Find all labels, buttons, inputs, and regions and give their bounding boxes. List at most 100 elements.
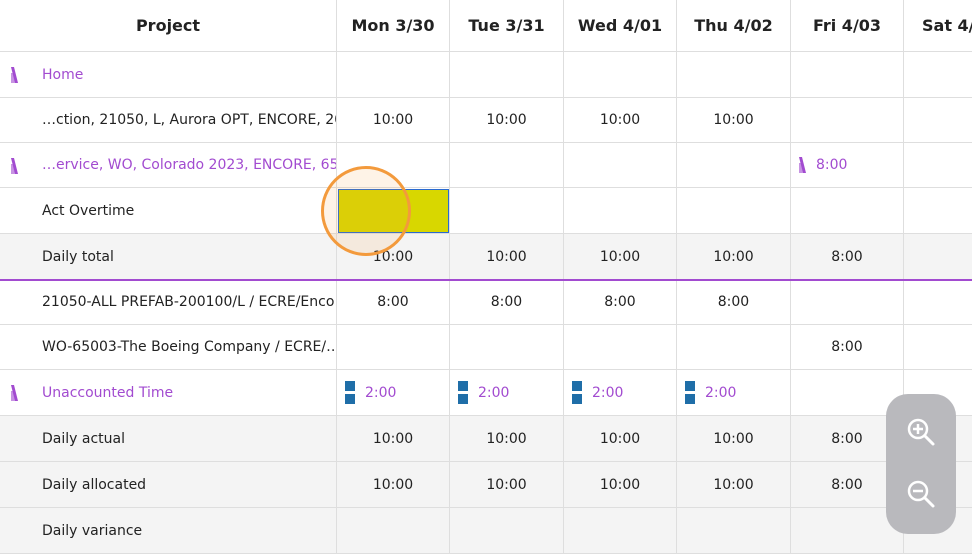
- time-cell[interactable]: [904, 52, 972, 98]
- time-value: 2:00: [365, 384, 397, 401]
- project-row-label: Daily variance: [0, 508, 337, 554]
- time-value: 10:00: [599, 476, 641, 493]
- time-cell[interactable]: [337, 325, 450, 370]
- time-cell[interactable]: [904, 98, 972, 143]
- time-cell[interactable]: 8:00: [791, 234, 904, 280]
- column-header-day[interactable]: Mon 3/30: [337, 0, 450, 52]
- time-cell[interactable]: 10:00: [450, 462, 564, 508]
- time-cell[interactable]: 8:00: [791, 325, 904, 370]
- time-cell[interactable]: 10:00: [450, 416, 564, 462]
- time-cell[interactable]: [904, 280, 972, 325]
- time-cell[interactable]: [450, 52, 564, 98]
- time-cell[interactable]: 8:00: [564, 280, 677, 325]
- time-cell[interactable]: 10:00: [677, 416, 791, 462]
- time-value: 10:00: [372, 476, 414, 493]
- zoom-out-icon: [907, 480, 935, 508]
- time-cell[interactable]: [564, 143, 677, 188]
- unaccounted-marker-icon: [458, 380, 468, 405]
- time-cell[interactable]: 10:00: [564, 234, 677, 280]
- column-header-day[interactable]: Tue 3/31: [450, 0, 564, 52]
- time-cell[interactable]: [677, 143, 791, 188]
- time-value: 10:00: [713, 430, 754, 447]
- time-value: 8:00: [377, 294, 409, 310]
- time-cell[interactable]: 2:00: [564, 370, 677, 416]
- project-row-label[interactable]: …ervice, WO, Colorado 2023, ENCORE, 6500…: [0, 143, 337, 188]
- time-cell[interactable]: 10:00: [677, 98, 791, 143]
- time-cell[interactable]: 10:00: [450, 98, 564, 143]
- project-label-text: Daily total: [42, 248, 114, 265]
- time-cell[interactable]: [677, 508, 791, 554]
- time-cell[interactable]: 10:00: [677, 462, 791, 508]
- time-cell[interactable]: [791, 188, 904, 234]
- time-value: 10:00: [486, 430, 527, 447]
- time-value: 2:00: [705, 384, 737, 401]
- zoom-controls: [886, 394, 956, 534]
- column-header-day[interactable]: Thu 4/02: [677, 0, 791, 52]
- time-cell[interactable]: 10:00: [337, 462, 450, 508]
- project-label-text: …ction, 21050, L, Aurora OPT, ENCORE, 20…: [42, 112, 336, 128]
- time-cell[interactable]: [904, 234, 972, 280]
- project-row-label: WO-65003-The Boeing Company / ECRE/…: [0, 325, 337, 370]
- time-value: 10:00: [372, 430, 414, 447]
- time-cell[interactable]: [677, 52, 791, 98]
- time-cell[interactable]: 10:00: [564, 462, 677, 508]
- time-cell[interactable]: [564, 325, 677, 370]
- column-header-day[interactable]: Wed 4/01: [564, 0, 677, 52]
- time-cell[interactable]: 2:00: [337, 370, 450, 416]
- unaccounted-marker-icon: [685, 380, 695, 405]
- time-cell[interactable]: [564, 188, 677, 234]
- time-cell[interactable]: 10:00: [564, 416, 677, 462]
- time-value: 8:00: [831, 248, 863, 265]
- time-cell[interactable]: 10:00: [337, 416, 450, 462]
- time-value: 10:00: [372, 112, 414, 128]
- time-cell[interactable]: [791, 280, 904, 325]
- project-label-text: WO-65003-The Boeing Company / ECRE/…: [42, 339, 337, 355]
- project-row-label: Act Overtime: [0, 188, 337, 234]
- time-cell[interactable]: [791, 52, 904, 98]
- time-cell[interactable]: [904, 143, 972, 188]
- time-value: 8:00: [604, 294, 636, 310]
- time-cell[interactable]: [791, 98, 904, 143]
- time-cell[interactable]: 10:00: [564, 98, 677, 143]
- time-value: 10:00: [599, 430, 641, 447]
- time-cell[interactable]: [564, 52, 677, 98]
- time-cell[interactable]: [904, 188, 972, 234]
- project-row-label: 21050-ALL PREFAB-200100/L / ECRE/Enco…: [0, 280, 337, 325]
- section-divider: [0, 279, 972, 281]
- time-cell[interactable]: 10:00: [450, 234, 564, 280]
- time-cell[interactable]: [337, 52, 450, 98]
- time-cell[interactable]: [450, 508, 564, 554]
- project-row-label[interactable]: Unaccounted Time: [0, 370, 337, 416]
- time-cell[interactable]: 10:00: [677, 234, 791, 280]
- project-row-label[interactable]: Home: [0, 52, 337, 98]
- time-cell[interactable]: 8:00: [450, 280, 564, 325]
- project-type-icon: [11, 67, 18, 83]
- project-label-text: Home: [42, 66, 84, 83]
- time-value: 10:00: [713, 248, 754, 265]
- time-cell[interactable]: [677, 188, 791, 234]
- zoom-out-button[interactable]: [903, 476, 939, 512]
- project-type-icon: [11, 385, 18, 401]
- column-header-day[interactable]: Fri 4/03: [791, 0, 904, 52]
- time-cell[interactable]: [337, 508, 450, 554]
- project-label-text: Unaccounted Time: [42, 384, 174, 401]
- time-cell[interactable]: 10:00: [337, 98, 450, 143]
- time-cell[interactable]: 8:00: [677, 280, 791, 325]
- time-cell[interactable]: 8:00: [791, 143, 904, 188]
- time-cell[interactable]: [450, 188, 564, 234]
- time-cell[interactable]: [564, 508, 677, 554]
- time-cell[interactable]: 2:00: [677, 370, 791, 416]
- zoom-in-button[interactable]: [903, 414, 939, 450]
- time-cell[interactable]: [904, 325, 972, 370]
- unaccounted-marker-icon: [345, 380, 355, 405]
- time-value: 2:00: [592, 384, 624, 401]
- column-header-day[interactable]: Sat 4/0: [904, 0, 972, 52]
- time-cell[interactable]: [450, 143, 564, 188]
- time-cell[interactable]: 2:00: [450, 370, 564, 416]
- time-cell[interactable]: [677, 325, 791, 370]
- zoom-in-icon: [907, 418, 935, 446]
- time-cell[interactable]: 8:00: [337, 280, 450, 325]
- time-value: 10:00: [599, 248, 641, 265]
- time-cell[interactable]: [450, 325, 564, 370]
- time-value: 10:00: [486, 248, 527, 265]
